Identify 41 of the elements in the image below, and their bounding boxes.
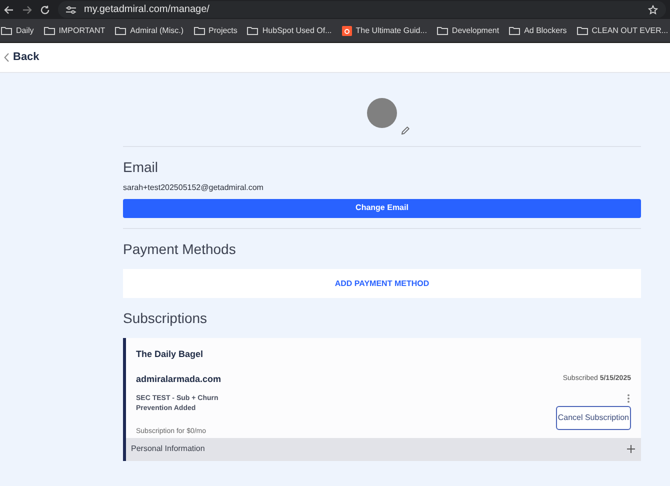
avatar <box>367 98 397 128</box>
add-payment-method-button[interactable]: ADD PAYMENT METHOD <box>123 269 641 298</box>
bookmark[interactable]: Development <box>436 24 500 36</box>
folder-icon <box>44 26 55 35</box>
bookmark[interactable]: Ad Blockers <box>509 24 567 36</box>
plus-icon <box>627 445 635 453</box>
folder-icon <box>576 26 588 35</box>
change-email-button[interactable]: Change Email <box>123 198 641 218</box>
star-icon[interactable] <box>648 4 658 14</box>
section-heading: Email <box>123 158 160 177</box>
bookmark[interactable]: The Ultimate Guid... <box>342 24 427 36</box>
site-icon <box>342 26 352 36</box>
back-link[interactable]: Back <box>4 49 40 66</box>
reload-icon[interactable] <box>40 4 50 14</box>
bookmark[interactable]: IMPORTANT <box>44 24 106 36</box>
bookmark[interactable]: Daily <box>1 24 34 36</box>
section-heading: Subscriptions <box>123 309 208 328</box>
forward-arrow-icon[interactable] <box>22 4 32 14</box>
bookmark[interactable]: Projects <box>194 24 238 36</box>
folder-icon <box>436 26 448 35</box>
site-name: admiralarmada.com <box>136 372 222 386</box>
folder-icon <box>247 26 258 35</box>
back-arrow-icon[interactable] <box>4 4 14 14</box>
subscription-title: The Daily Bagel <box>136 348 204 361</box>
address-bar[interactable]: my.getadmiral.com/manage/ <box>58 1 666 18</box>
bookmark[interactable]: CLEAN OUT EVER... <box>576 24 668 36</box>
url-text: my.getadmiral.com/manage/ <box>84 3 210 17</box>
cancel-subscription-button[interactable]: Cancel Subscription <box>556 406 631 430</box>
folder-icon <box>1 26 12 35</box>
email-address: sarah+test202505152@getadmiral.com <box>123 182 264 194</box>
more-options-icon[interactable] <box>627 394 630 403</box>
folder-icon <box>509 26 520 35</box>
pencil-icon[interactable] <box>401 126 410 135</box>
folder-icon <box>115 26 126 35</box>
chevron-left-icon <box>4 53 9 62</box>
folder-icon <box>194 26 204 35</box>
personal-information-row[interactable]: Personal Information <box>126 438 641 460</box>
bookmark[interactable]: HubSpot Used Of... <box>247 24 332 36</box>
site-settings-icon[interactable] <box>66 6 76 14</box>
bookmark[interactable]: Admiral (Misc.) <box>115 24 184 36</box>
section-heading: Payment Methods <box>123 240 237 259</box>
